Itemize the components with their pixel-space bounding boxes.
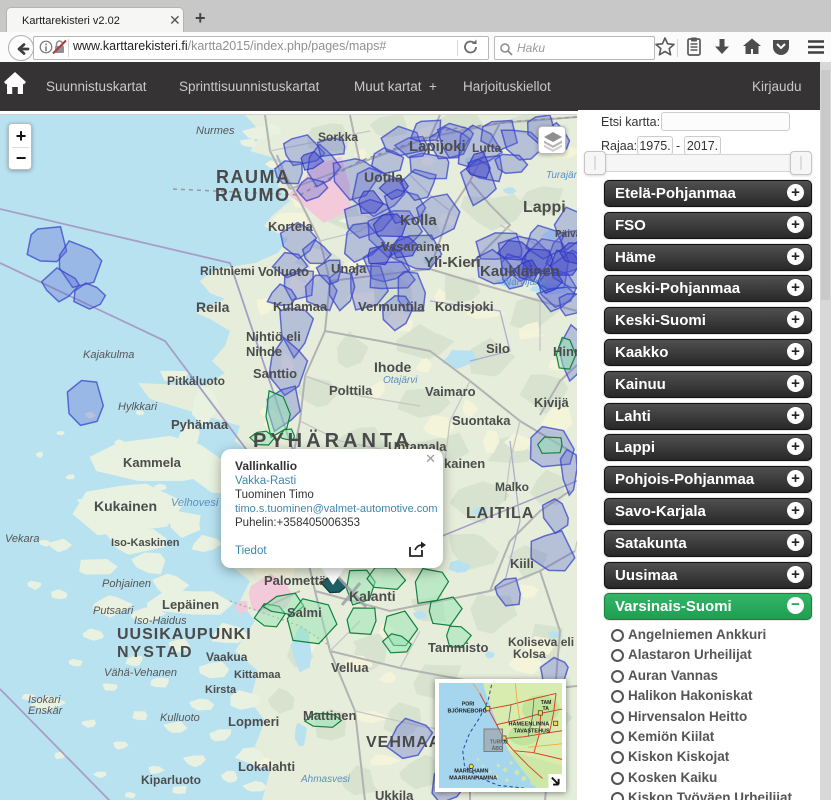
svg-text:Ukkila: Ukkila [375,788,414,800]
svg-text:Närvijärvi: Närvijärvi [504,277,546,288]
svg-text:Putsaari: Putsaari [93,605,134,617]
svg-text:Kajakulma: Kajakulma [83,349,134,361]
svg-text:UUSIKAUPUNKI: UUSIKAUPUNKI [117,626,252,643]
svg-text:BJÖRNEBORG: BJÖRNEBORG [447,707,486,714]
svg-text:Suontaka: Suontaka [452,413,511,428]
svg-text:Kiparluoto: Kiparluoto [141,773,201,787]
svg-text:Lepäinen: Lepäinen [162,597,219,612]
svg-text:NYSTAD: NYSTAD [117,644,194,661]
svg-text:Ihode: Ihode [374,359,412,375]
svg-text:MARIEHAMN: MARIEHAMN [454,768,488,774]
svg-text:Rihtniemi: Rihtniemi [200,264,255,278]
svg-text:Vaakua: Vaakua [206,650,248,664]
svg-text:Kortela: Kortela [268,219,314,234]
svg-text:Vähä-Vehanen: Vähä-Vehanen [104,667,177,679]
svg-text:Salmi: Salmi [287,605,322,620]
svg-text:Pohjainen: Pohjainen [102,578,151,590]
svg-text:Sorkka: Sorkka [318,130,358,144]
svg-text:Kalanti: Kalanti [349,588,396,604]
svg-text:Palomettä: Palomettä [264,573,327,588]
svg-text:Vasarainen: Vasarainen [381,239,450,254]
svg-text:Voiluoto: Voiluoto [258,264,309,279]
svg-text:Turajärvi: Turajärvi [546,170,577,181]
svg-text:Vellua: Vellua [331,660,369,675]
svg-text:MAARIANHAMINA: MAARIANHAMINA [449,775,497,781]
svg-text:Kirsta: Kirsta [205,684,237,696]
svg-text:Kammela: Kammela [123,455,182,470]
svg-text:Reila: Reila [196,299,230,315]
svg-text:Lappi: Lappi [523,199,566,216]
svg-text:Nihde: Nihde [246,344,282,359]
svg-text:Mattinen: Mattinen [303,708,357,723]
svg-text:Kulluoto: Kulluoto [160,712,200,724]
svg-text:Vaimaro: Vaimaro [425,384,476,399]
svg-text:Kodisjoki: Kodisjoki [435,299,494,314]
svg-text:TAVASTEHUS: TAVASTEHUS [514,728,550,734]
svg-text:Tammisto: Tammisto [428,640,488,655]
svg-text:Nurmes: Nurmes [196,125,235,137]
svg-text:Kukainen: Kukainen [94,498,157,514]
svg-text:Hinn: Hinn [553,344,577,359]
svg-text:RAUMO: RAUMO [215,185,291,205]
svg-text:Pyhämaa: Pyhämaa [171,417,229,432]
svg-text:Vermuntila: Vermuntila [358,299,425,314]
svg-text:RAUMA: RAUMA [216,167,291,187]
svg-text:Polttila: Polttila [329,383,373,398]
svg-text:Enskär: Enskär [28,705,64,717]
svg-text:TAM: TAM [541,700,552,706]
svg-text:Päivä: Päivä [555,229,577,240]
svg-text:PORI: PORI [462,702,475,708]
svg-text:Kittamaa: Kittamaa [234,669,281,681]
svg-text:Pitkäluoto: Pitkäluoto [167,374,225,388]
svg-text:Velhovesi: Velhovesi [171,497,219,509]
svg-text:Kolla: Kolla [400,212,437,229]
svg-text:HÄMEENLINNA: HÄMEENLINNA [509,720,550,727]
svg-text:Lutta: Lutta [472,141,502,155]
svg-text:Hylkkari: Hylkkari [118,401,158,413]
svg-text:Uotila: Uotila [364,169,403,185]
svg-text:Iso-Kaskinen: Iso-Kaskinen [111,537,180,549]
svg-text:Silo: Silo [486,341,510,356]
svg-text:Vekara: Vekara [5,533,39,545]
svg-text:Santtio: Santtio [253,366,297,381]
svg-text:Kiili: Kiili [510,556,534,571]
svg-text:LAITILA: LAITILA [466,505,534,522]
svg-text:Otajärvi: Otajärvi [383,375,418,386]
svg-text:Kivijä: Kivijä [534,395,569,410]
svg-text:Malko: Malko [495,480,529,494]
svg-text:Unaja: Unaja [331,261,367,276]
svg-text:Nihtiö eli: Nihtiö eli [246,329,301,344]
svg-text:Ahmasvesi: Ahmasvesi [300,774,351,785]
svg-text:VEHMAA: VEHMAA [366,734,441,751]
svg-text:Lokalahti: Lokalahti [238,759,295,774]
svg-text:Lapijoki: Lapijoki [409,138,466,155]
svg-text:kainen: kainen [444,456,485,471]
svg-text:Kulamaa: Kulamaa [273,299,328,314]
svg-text:Yli-Kieri: Yli-Kieri [424,254,481,271]
svg-text:Lopmeri: Lopmeri [228,714,279,729]
svg-text:Kolsa: Kolsa [513,647,546,661]
svg-text:TA: TA [542,706,549,712]
